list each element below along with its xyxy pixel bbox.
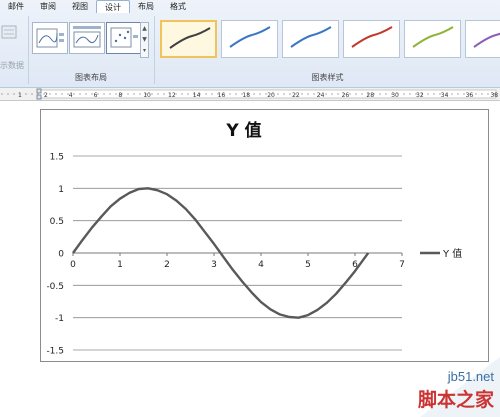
ruler-label: 38	[490, 92, 498, 99]
ruler-label: 18	[242, 92, 250, 99]
ruler-label: 8	[118, 92, 122, 99]
ruler-label: 34	[441, 92, 449, 99]
ruler-label: 32	[416, 92, 424, 99]
chart-layout-2-icon	[73, 26, 101, 48]
tab-mailings[interactable]: 邮件	[0, 0, 32, 13]
ruler-label: 2	[44, 92, 48, 99]
chart-title[interactable]: Y 值	[40, 116, 448, 141]
chart-style-5-icon	[412, 26, 454, 48]
indent-marker-icon[interactable]	[36, 94, 42, 100]
ruler-label: 12	[168, 92, 176, 99]
ruler-label: 28	[366, 92, 374, 99]
chart-style-2-button[interactable]	[221, 20, 278, 58]
ruler-label: 6	[94, 92, 98, 99]
chart-style-2-icon	[229, 26, 271, 48]
more-icon: ▾	[142, 47, 146, 54]
watermark-brand: 脚本之家	[417, 389, 494, 411]
chart-style-4-icon	[351, 26, 393, 48]
ruler-scale: 1 2 4 6 8 10 12 14 16 18 20 22 24 26 28 30 32 34 36 38	[1, 88, 498, 100]
watermark: jb51.net 脚本之家	[400, 357, 500, 417]
ruler-label: 14	[193, 92, 201, 99]
layout-gallery-more-button[interactable]: ▲ ▼ ▾	[140, 22, 149, 58]
chart-style-1-icon	[169, 27, 211, 49]
chart-area[interactable]	[40, 109, 489, 362]
indent-marker-icon[interactable]	[36, 88, 42, 94]
data-group: 示数据	[0, 16, 26, 86]
ruler-label: 10	[143, 92, 151, 99]
ruler-label: 1	[18, 92, 22, 99]
chart-style-1-button[interactable]	[160, 20, 217, 58]
watermark-url: jb51.net	[447, 369, 494, 384]
chart-layout-2-button[interactable]	[69, 22, 105, 54]
ruler-label: 22	[292, 92, 300, 99]
tab-layout[interactable]: 布局	[130, 0, 162, 13]
ribbon-tabs: 邮件 审阅 视图 设计 布局 格式	[0, 0, 500, 13]
ribbon: 邮件 审阅 视图 设计 布局 格式 示数据 图表布局 ▲ ▼ ▾ 图表样式	[0, 0, 500, 88]
chevron-down-icon: ▼	[142, 36, 147, 43]
ruler-label: 26	[342, 92, 350, 99]
ruler-label: 36	[466, 92, 474, 99]
chart-style-5-button[interactable]	[404, 20, 461, 58]
chart-style-6-button[interactable]	[465, 20, 500, 58]
chevron-up-icon: ▲	[142, 25, 147, 32]
chart-layout-1-icon	[36, 28, 64, 48]
ruler-label: 16	[218, 92, 226, 99]
ruler-label: 24	[317, 92, 325, 99]
chart-style-3-button[interactable]	[282, 20, 339, 58]
select-data-button[interactable]: 示数据	[0, 60, 24, 71]
chart-layout-3-button[interactable]	[106, 22, 142, 54]
chart-layouts-label: 图表布局	[75, 73, 107, 82]
select-data-icon	[1, 25, 17, 39]
chart-layout-1-button[interactable]	[32, 22, 68, 54]
tab-view[interactable]: 视图	[64, 0, 96, 13]
chart-style-4-button[interactable]	[343, 20, 400, 58]
ruler-label: 20	[267, 92, 275, 99]
chart-style-6-icon	[473, 32, 500, 48]
tab-design[interactable]: 设计	[96, 0, 130, 13]
chart-styles-label: 图表样式	[311, 73, 344, 82]
ruler-label: 4	[69, 92, 73, 99]
horizontal-ruler[interactable]: 1 2 4 6 8 10 12 14 16 18 20 22 24 26 28 30 32 34 36 38	[0, 88, 500, 101]
chart-style-3-icon	[290, 26, 332, 48]
tab-review[interactable]: 审阅	[32, 0, 64, 13]
tab-format[interactable]: 格式	[162, 0, 194, 13]
ruler-label: 30	[391, 92, 399, 99]
chart-layout-3-icon	[110, 27, 138, 48]
